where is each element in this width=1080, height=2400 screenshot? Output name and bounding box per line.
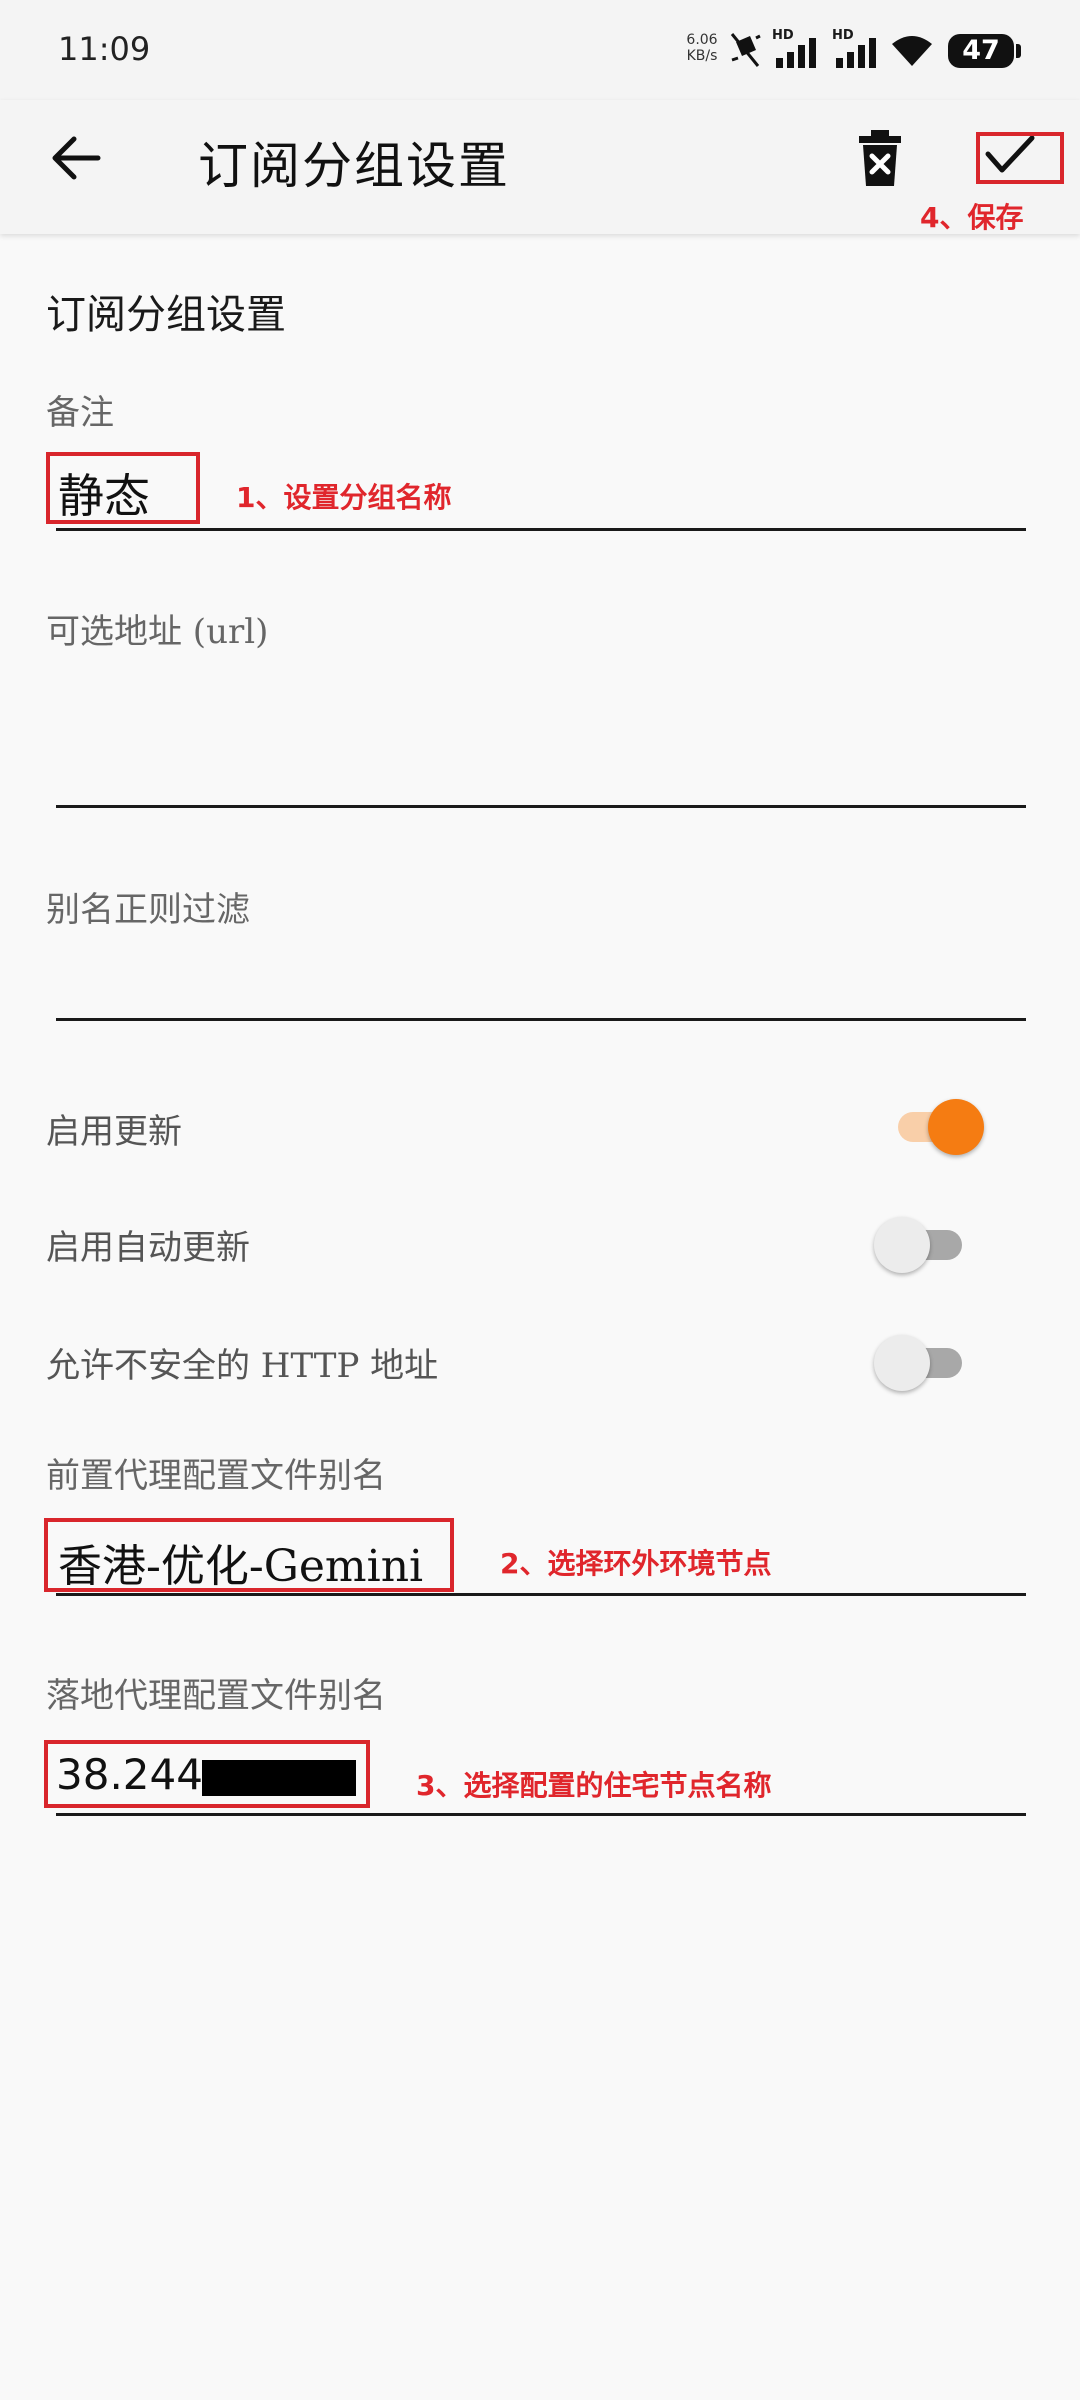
delete-icon[interactable] <box>856 128 904 188</box>
app-bar <box>0 100 1080 234</box>
battery-level: 47 <box>962 35 1000 66</box>
battery-icon: 47 <box>948 34 1021 68</box>
network-speed: 6.06 KB/s <box>682 32 722 64</box>
annotation-step1: 1、设置分组名称 <box>236 481 452 514</box>
front-proxy-label: 前置代理配置文件别名 <box>46 1456 386 1496</box>
network-speed-unit: KB/s <box>686 48 718 64</box>
switch-label-insecure-http: 允许不安全的 HTTP 地址 <box>46 1346 439 1386</box>
status-bar: 11:09 6.06 KB/s HD HD 47 <box>0 0 1080 100</box>
vibrate-off-icon <box>730 33 761 67</box>
auto-update-toggle[interactable] <box>874 1212 962 1276</box>
page-title: 订阅分组设置 <box>198 137 510 195</box>
alias-filter-label: 别名正则过滤 <box>46 890 250 930</box>
landing-proxy-highlight-box <box>44 1740 370 1808</box>
alias-filter-underline <box>56 1018 1026 1021</box>
toggle-thumb <box>874 1335 930 1391</box>
section-title: 订阅分组设置 <box>46 292 286 338</box>
annotation-step4: 4、保存 <box>920 201 1024 234</box>
signal-2: HD <box>832 28 882 70</box>
save-highlight-box <box>976 132 1064 184</box>
alias-filter-input[interactable] <box>58 950 1018 1010</box>
status-time: 11:09 <box>58 30 151 68</box>
remark-label: 备注 <box>46 393 114 433</box>
toggle-thumb <box>928 1099 984 1155</box>
back-arrow-icon[interactable] <box>46 128 106 188</box>
landing-proxy-label: 落地代理配置文件别名 <box>46 1676 386 1716</box>
wifi-icon <box>892 36 932 66</box>
url-label: 可选地址 (url) <box>46 612 269 652</box>
signal-1-icon <box>776 38 816 68</box>
annotation-step3: 3、选择配置的住宅节点名称 <box>416 1769 772 1802</box>
front-proxy-highlight-box <box>44 1518 454 1592</box>
annotation-step2: 2、选择环外环境节点 <box>500 1547 772 1580</box>
url-input[interactable] <box>58 720 1018 780</box>
signal-2-icon <box>836 38 876 68</box>
network-speed-value: 6.06 <box>686 32 718 48</box>
remark-underline <box>56 528 1026 531</box>
remark-highlight-box <box>46 452 200 524</box>
switch-label-auto-update: 启用自动更新 <box>46 1228 250 1268</box>
front-proxy-underline <box>56 1593 1026 1596</box>
toggle-thumb <box>874 1217 930 1273</box>
url-underline <box>56 805 1026 808</box>
enable-update-toggle[interactable] <box>898 1094 984 1158</box>
signal-1: HD <box>772 28 822 70</box>
landing-proxy-underline <box>56 1813 1026 1816</box>
insecure-http-toggle[interactable] <box>874 1330 962 1394</box>
switch-label-enable-update: 启用更新 <box>46 1112 182 1152</box>
